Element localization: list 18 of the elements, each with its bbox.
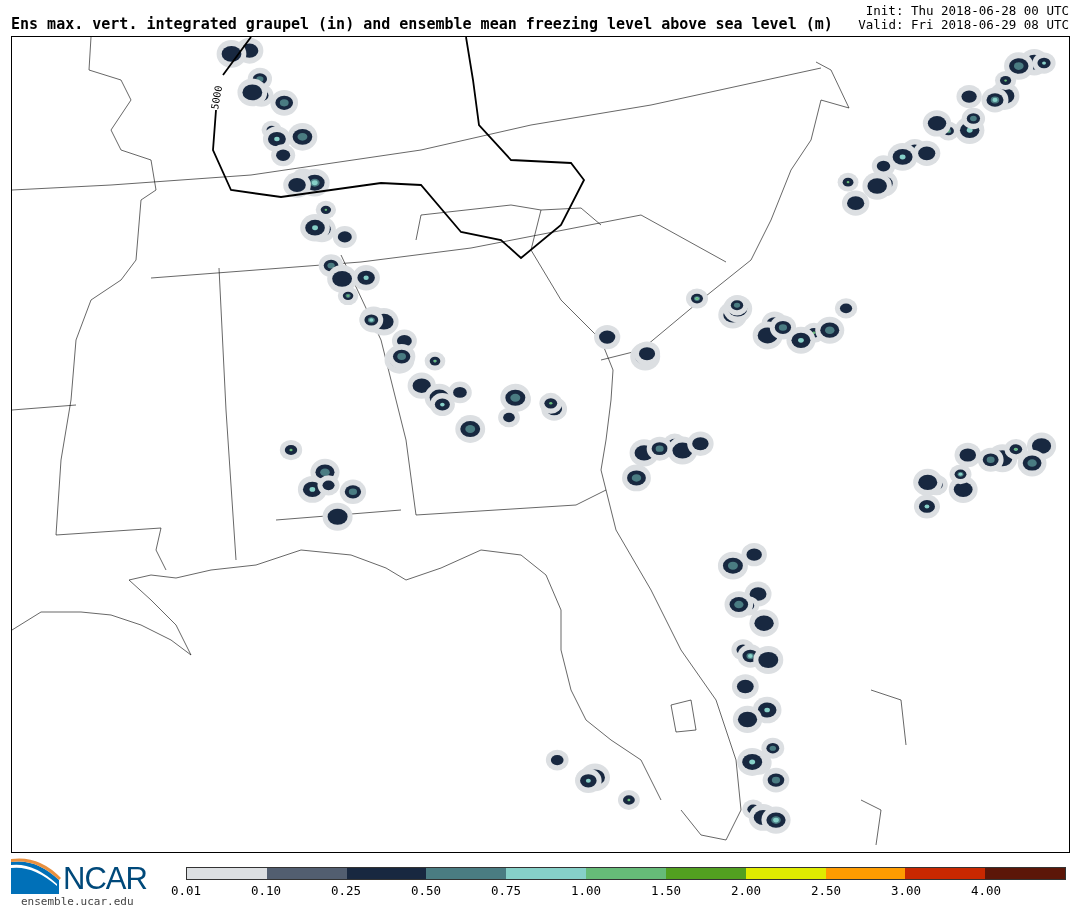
init-time: Init: Thu 2018-06-28 00 UTC [865,4,1069,18]
valid-time: Valid: Fri 2018-06-29 08 UTC [858,18,1069,32]
colorbar-tick-label: 2.00 [730,884,762,898]
colorbar-tick-label: 3.00 [890,884,922,898]
colorbar-tick-label: 2.50 [810,884,842,898]
swoosh-logo-icon [11,856,61,894]
colorbar-tick-label: 1.00 [570,884,602,898]
logo-wordmark: NCAR [63,864,147,894]
colorbar-tick-label: 0.01 [170,884,202,898]
colorbar-tick-label: 0.75 [490,884,522,898]
plot-title: Ens max. vert. integrated graupel (in) and ensemble mean freezing level above sea level (m) [11,17,833,32]
colorbar-tick-label: 4.00 [970,884,1002,898]
colorbar-tick-label: 0.25 [330,884,362,898]
colorbar-tick-label: 1.50 [650,884,682,898]
logo-url: ensemble.ucar.edu [21,895,134,909]
colorbar-tick-label: 0.50 [410,884,442,898]
contour-label: 5000 [209,84,225,111]
colorbar-tick-label: 0.10 [250,884,282,898]
